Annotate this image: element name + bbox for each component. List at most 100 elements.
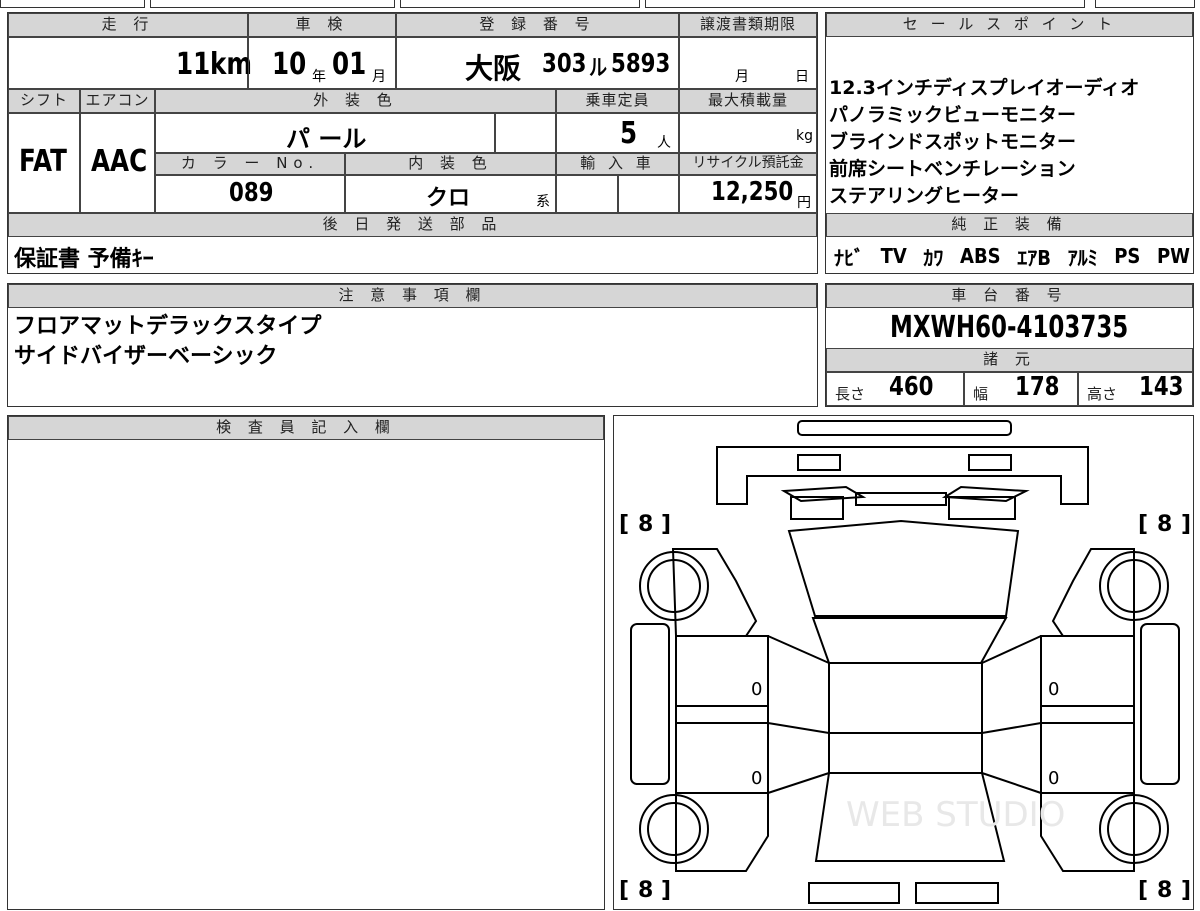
tread-rear-right: 8 <box>1157 878 1172 903</box>
max-load-cell: kg <box>679 113 817 153</box>
interior-color-value: クロ <box>426 186 471 211</box>
transfer-deadline-header: 譲渡書類期限 <box>679 13 817 37</box>
spec-length-value: 460 <box>889 372 934 402</box>
equipment-item: ｴｱB <box>1017 245 1051 270</box>
transfer-deadline-cell: 月 日 <box>679 37 817 89</box>
note-line: サイドバイザーベーシック <box>14 344 278 369</box>
headlight-left <box>797 454 841 471</box>
car-diagram: [ 8 ] [ 8 ] [ 8 ] [ 8 ] 0 0 0 0 WEB STUD… <box>619 420 1191 904</box>
tread-rear-left: 8 <box>638 878 653 903</box>
notes-panel: 注 意 事 項 欄 フロアマットデラックスタイプ サイドバイザーベーシック <box>7 283 818 407</box>
registration-header: 登 録 番 号 <box>396 13 679 37</box>
sales-point-item: ブラインドスポットモニター <box>829 131 1077 153</box>
import-header: 輸 入 車 <box>556 153 679 175</box>
interior-color-unit: 系 <box>536 194 550 210</box>
sales-points-header: セ ー ル ス ポ イ ン ト <box>826 13 1193 37</box>
shift-value: FAT <box>19 144 67 179</box>
door-rear-right-value: 0 <box>1048 768 1059 789</box>
chassis-panel: 車 台 番 号 MXWH60-4103735 諸 元 長さ 460 幅 178 … <box>825 283 1194 407</box>
plate-kana: ル <box>589 56 608 81</box>
interior-color-cell: クロ 系 <box>345 175 556 213</box>
tail-left <box>808 882 900 904</box>
color-no-cell: 089 <box>155 175 345 213</box>
chassis-number-cell: MXWH60-4103735 <box>826 308 1193 348</box>
spec-length: 長さ 460 <box>826 372 964 406</box>
sales-points-list: 12.3インチディスプレイオーディオ パノラミックビューモニター ブラインドスポ… <box>829 75 1193 210</box>
equipment-item: PS <box>1114 244 1141 268</box>
top-strip <box>0 0 1200 8</box>
shift-header: シフト <box>8 89 80 113</box>
registration-cell: 大阪 303 ル 5893 <box>396 37 679 89</box>
roof-front <box>811 617 1008 664</box>
spec-height-value: 143 <box>1139 372 1184 402</box>
standard-equipment-header: 純 正 装 備 <box>826 213 1193 237</box>
import-cell-right <box>618 175 679 213</box>
mileage-unit: km <box>210 47 252 82</box>
plate-number: 5893 <box>611 49 671 79</box>
svg-text:]: ] <box>1181 512 1191 537</box>
plate-region: 大阪 <box>465 52 522 85</box>
tread-front-left: 8 <box>638 512 653 537</box>
side-strip-right <box>1140 623 1180 785</box>
exterior-color-cell: パ ール <box>155 113 495 153</box>
color-no-value: 089 <box>229 178 274 208</box>
sales-point-item: 前席シートベンチレーション <box>829 158 1076 180</box>
watermark: WEB STUDIO <box>846 795 1065 835</box>
inspection-year: 10 <box>272 47 307 82</box>
inspection-month-unit: 月 <box>372 69 386 85</box>
door-front-right-value: 0 <box>1048 679 1059 700</box>
inspection-header: 車 検 <box>248 13 396 37</box>
door-rear-left-value: 0 <box>751 768 762 789</box>
recycle-unit: 円 <box>797 195 811 211</box>
deadline-month-unit: 月 <box>735 69 749 85</box>
svg-text:]: ] <box>661 512 671 537</box>
spec-height-label: 高さ <box>1087 385 1118 403</box>
grille-left <box>780 485 867 503</box>
equipment-item: ｱﾙﾐ <box>1067 245 1098 270</box>
exterior-color-value: パ ール <box>286 125 367 153</box>
inspection-year-unit: 年 <box>312 69 326 85</box>
spec-width-label: 幅 <box>973 385 989 403</box>
interior-color-header: 内 装 色 <box>345 153 556 175</box>
aircon-value: AAC <box>91 144 148 179</box>
recycle-value: 12,250 <box>711 177 794 207</box>
mileage-header: 走 行 <box>8 13 248 37</box>
later-parts-value: 保証書 予備ｷｰ <box>14 247 154 272</box>
svg-text:[: [ <box>1138 878 1148 903</box>
recycle-header: リサイクル預託金 <box>679 153 817 175</box>
vehicle-info-table: 走 行 車 検 登 録 番 号 譲渡書類期限 11 km 10 年 01 月 大… <box>7 12 818 274</box>
later-parts-cell: 保証書 予備ｷｰ <box>8 237 817 273</box>
plate-class: 303 <box>542 49 587 79</box>
max-load-header: 最大積載量 <box>679 89 817 113</box>
sales-point-item: パノラミックビューモニター <box>829 104 1077 126</box>
max-load-unit: kg <box>796 128 813 144</box>
exterior-color-header: 外 装 色 <box>155 89 556 113</box>
notes-header: 注 意 事 項 欄 <box>8 284 817 308</box>
spec-width: 幅 178 <box>964 372 1078 406</box>
tail-right <box>915 882 999 904</box>
capacity-unit: 人 <box>657 135 671 151</box>
svg-text:]: ] <box>661 878 671 903</box>
svg-text:[: [ <box>1138 512 1148 537</box>
capacity-header: 乗車定員 <box>556 89 679 113</box>
aircon-header: エアコン <box>80 89 155 113</box>
capacity-value: 5 <box>620 116 638 151</box>
bonnet-front <box>855 492 947 506</box>
inspection-cell: 10 年 01 月 <box>248 37 396 89</box>
notes-lines: フロアマットデラックスタイプ サイドバイザーベーシック <box>14 312 321 372</box>
inspection-month: 01 <box>332 47 367 82</box>
deadline-day-unit: 日 <box>795 69 809 85</box>
sales-point-item: 12.3インチディスプレイオーディオ <box>829 77 1140 99</box>
chassis-header: 車 台 番 号 <box>826 284 1193 308</box>
windshield <box>787 519 1020 617</box>
tread-bracket-fl: [ <box>619 512 629 537</box>
inspector-panel: 検 査 員 記 入 欄 <box>7 415 605 910</box>
exterior-color-extra-cell <box>495 113 556 153</box>
later-parts-header: 後 日 発 送 部 品 <box>8 213 817 237</box>
equipment-item: PW <box>1156 244 1190 268</box>
recycle-cell: 12,250 円 <box>679 175 817 213</box>
mileage-cell: 11 km <box>8 37 252 89</box>
tread-front-right: 8 <box>1157 512 1172 537</box>
sales-points-panel: セ ー ル ス ポ イ ン ト 12.3インチディスプレイオーディオ パノラミッ… <box>825 12 1194 274</box>
side-strip-left <box>630 623 670 785</box>
